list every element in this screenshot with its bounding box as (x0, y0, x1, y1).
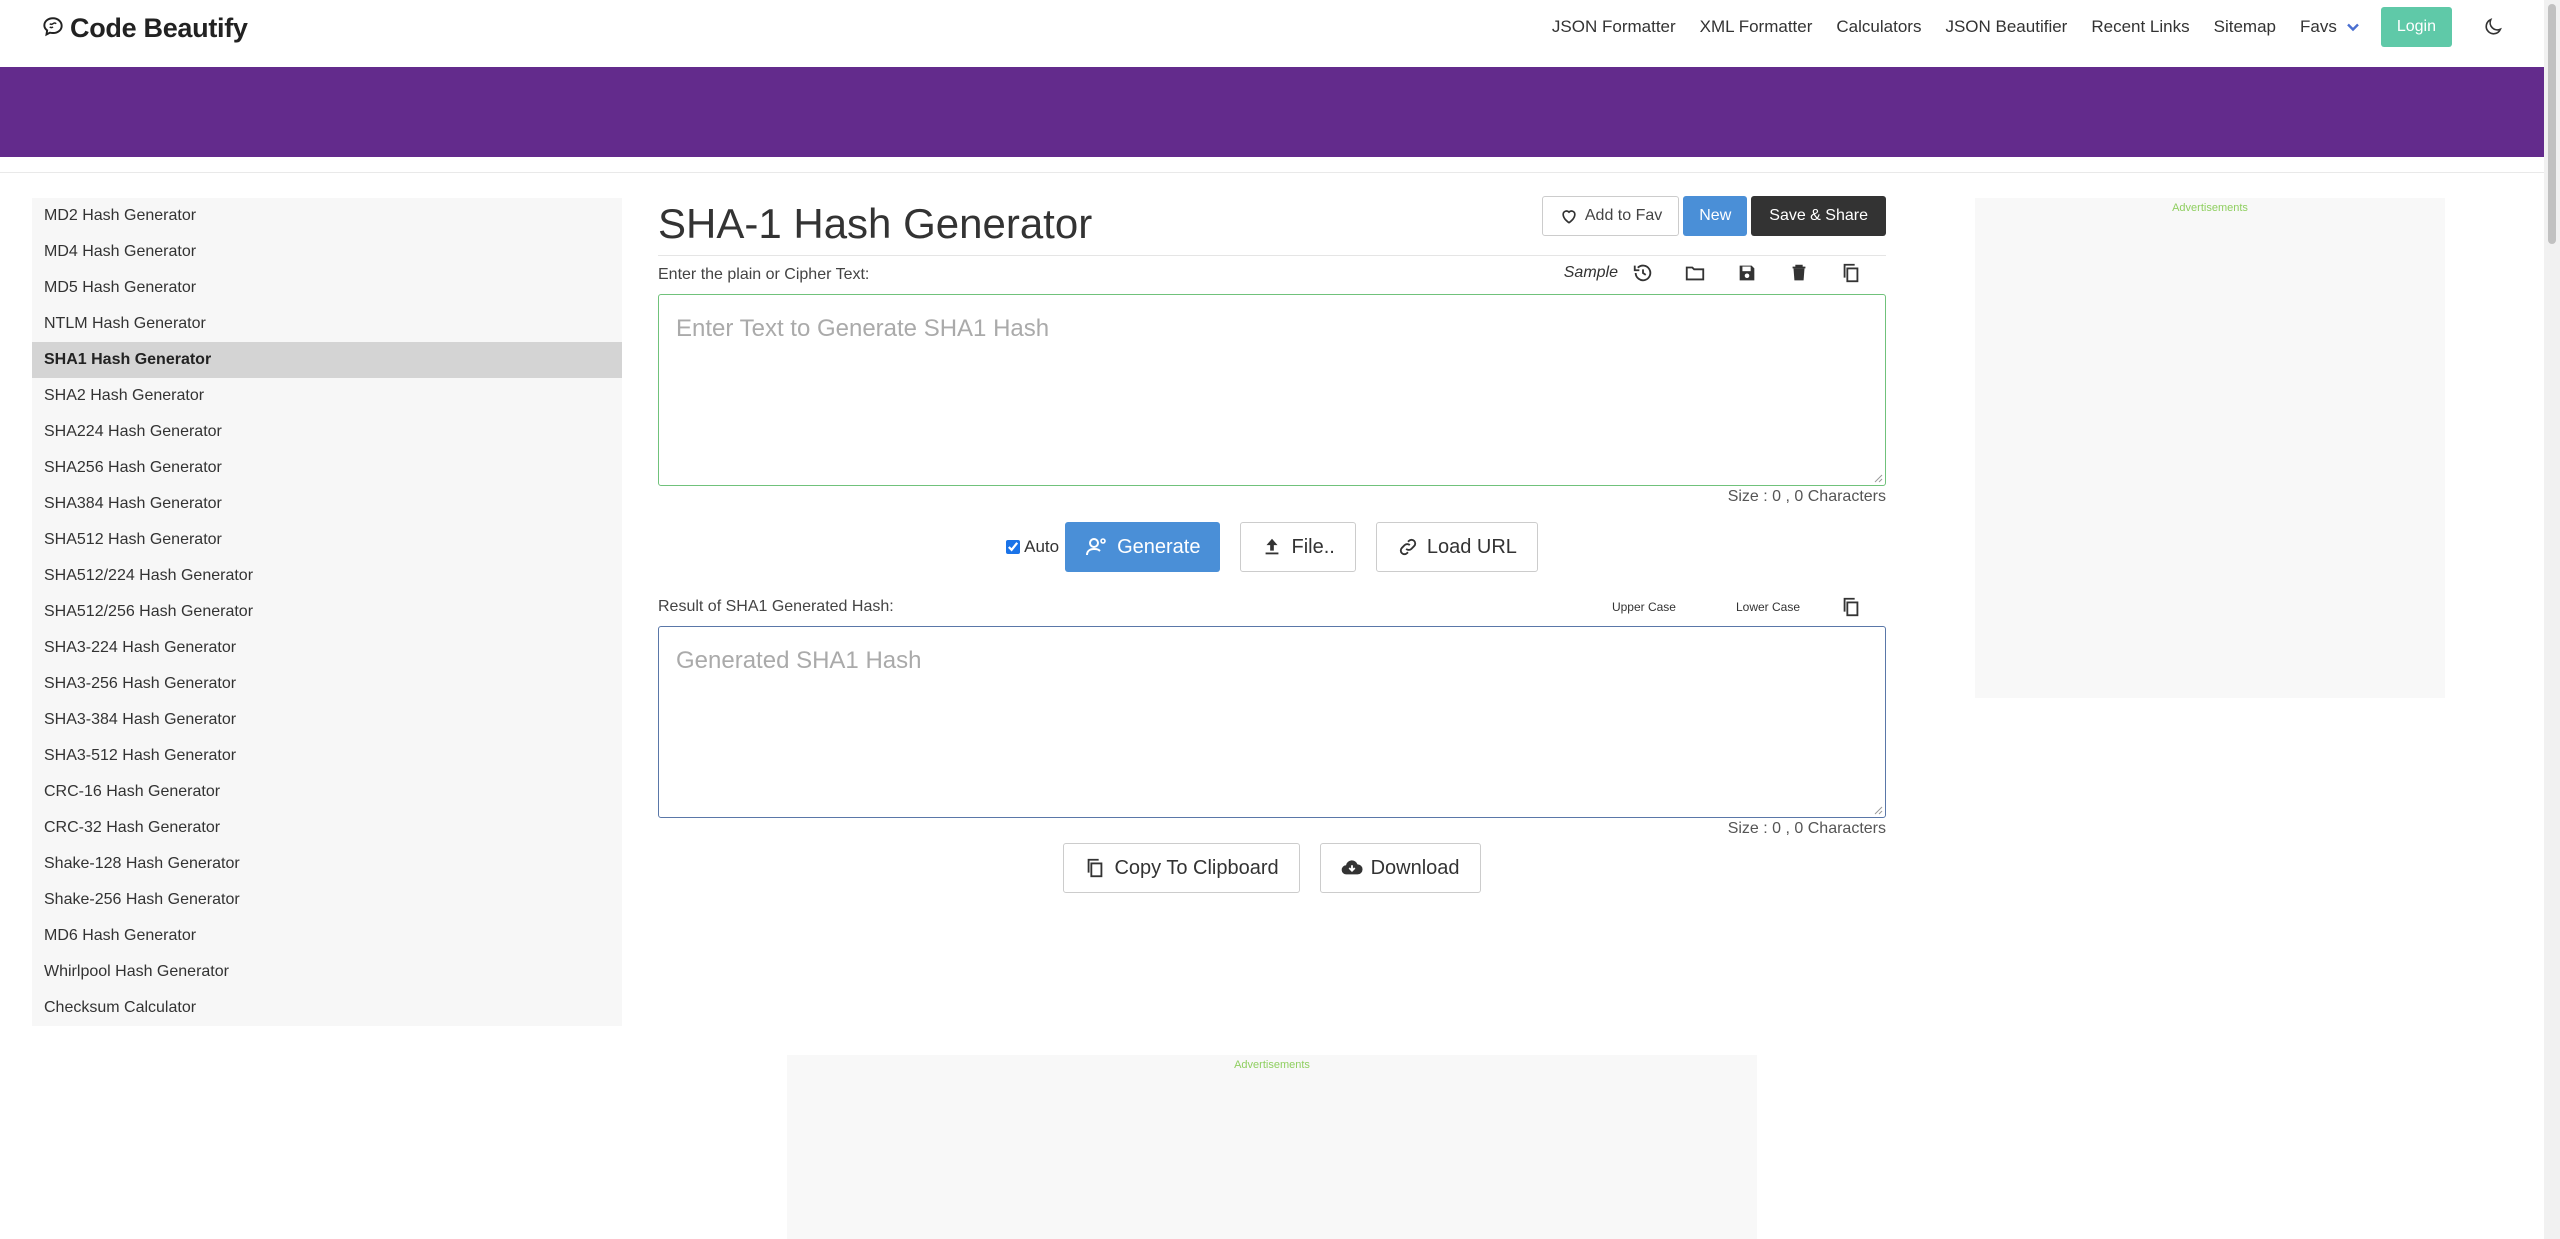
sidebar-item-md4[interactable]: MD4 Hash Generator (32, 234, 622, 270)
input-size: Size : 0 , 0 Characters (1727, 488, 1886, 505)
input-textarea[interactable]: Enter Text to Generate SHA1 Hash (658, 294, 1886, 486)
upper-case-button[interactable]: Upper Case (1612, 600, 1676, 614)
brand-logo[interactable]: Code Beautify (40, 8, 248, 48)
scrollbar-thumb[interactable] (2548, 4, 2556, 244)
cloud-download-icon (1341, 860, 1363, 875)
heart-icon (1562, 210, 1576, 224)
copy-to-clipboard-button[interactable]: Copy To Clipboard (1063, 843, 1300, 893)
chevron-down-icon (2346, 23, 2359, 32)
sidebar-item-sha512-256[interactable]: SHA512/256 Hash Generator (32, 594, 622, 630)
result-toolbar: Upper Case Lower Case (1612, 596, 1862, 618)
input-toolbar: Sample (1564, 262, 1862, 284)
folder-icon[interactable] (1684, 262, 1706, 284)
sidebar-item-md5[interactable]: MD5 Hash Generator (32, 270, 622, 306)
favs-dropdown[interactable]: Favs (2300, 17, 2361, 37)
brain-logo-icon (43, 17, 63, 37)
sidebar-item-shake256[interactable]: Shake-256 Hash Generator (32, 882, 622, 918)
add-to-fav-label: Add to Fav (1584, 207, 1663, 224)
clipboard-icon (1088, 858, 1103, 878)
auto-checkbox-wrap[interactable]: Auto (1006, 537, 1059, 557)
new-button[interactable]: New (1683, 196, 1748, 236)
upload-icon (1266, 538, 1279, 555)
sidebar-item-md2[interactable]: MD2 Hash Generator (32, 198, 622, 234)
sidebar-item-sha3-256[interactable]: SHA3-256 Hash Generator (32, 666, 622, 702)
sidebar-item-sha3-224[interactable]: SHA3-224 Hash Generator (32, 630, 622, 666)
file-button[interactable]: File.. (1240, 522, 1356, 572)
top-navbar: Code Beautify JSON Formatter XML Formatt… (0, 0, 2544, 67)
sidebar-item-sha224[interactable]: SHA224 Hash Generator (32, 414, 622, 450)
sidebar-item-crc16[interactable]: CRC-16 Hash Generator (32, 774, 622, 810)
moon-icon[interactable] (2482, 16, 2504, 38)
login-button[interactable]: Login (2380, 7, 2452, 47)
ad-label: Advertisements (1234, 1059, 1310, 1071)
add-to-fav-button[interactable]: Add to Fav (1541, 196, 1680, 236)
favs-label: Favs (2300, 17, 2337, 36)
sidebar-item-sha3-384[interactable]: SHA3-384 Hash Generator (32, 702, 622, 738)
sidebar-tool-list: MD2 Hash Generator MD4 Hash Generator MD… (32, 198, 622, 1026)
sidebar-item-ntlm[interactable]: NTLM Hash Generator (32, 306, 622, 342)
sidebar-item-shake128[interactable]: Shake-128 Hash Generator (32, 846, 622, 882)
page-scrollbar[interactable] (2544, 0, 2560, 1239)
load-url-label: Load URL (1426, 535, 1517, 558)
file-label: File.. (1291, 535, 1335, 558)
nav-xml-formatter[interactable]: XML Formatter (1700, 17, 1813, 37)
sidebar-item-md6[interactable]: MD6 Hash Generator (32, 918, 622, 954)
user-gear-icon (1086, 538, 1106, 556)
link-icon (1399, 538, 1416, 556)
sidebar-item-whirlpool[interactable]: Whirlpool Hash Generator (32, 954, 622, 990)
sample-link[interactable]: Sample (1564, 264, 1618, 282)
auto-checkbox[interactable] (1006, 540, 1021, 554)
sidebar-item-sha256[interactable]: SHA256 Hash Generator (32, 450, 622, 486)
resize-grip-icon[interactable] (1873, 473, 1883, 483)
sidebar-item-sha512-224[interactable]: SHA512/224 Hash Generator (32, 558, 622, 594)
ad-label: Advertisements (2172, 202, 2248, 214)
result-label: Result of SHA1 Generated Hash: (658, 598, 894, 615)
nav-calculators[interactable]: Calculators (1836, 17, 1921, 37)
auto-label: Auto (1024, 537, 1060, 556)
top-actions: Add to Fav New Save & Share (1541, 196, 1886, 236)
download-button[interactable]: Download (1319, 843, 1481, 893)
sidebar-item-checksum[interactable]: Checksum Calculator (32, 990, 622, 1026)
save-share-button[interactable]: Save & Share (1751, 196, 1886, 236)
copy-to-clipboard-label: Copy To Clipboard (1114, 856, 1279, 879)
generate-row: Auto Generate File.. Load URL (658, 522, 1886, 572)
brand-name: Code Beautify (70, 12, 248, 43)
load-url-button[interactable]: Load URL (1375, 522, 1538, 572)
page-title: SHA-1 Hash Generator (658, 200, 1093, 247)
sidebar-item-sha384[interactable]: SHA384 Hash Generator (32, 486, 622, 522)
result-size: Size : 0 , 0 Characters (1727, 820, 1886, 837)
sidebar-item-crc32[interactable]: CRC-32 Hash Generator (32, 810, 622, 846)
purple-banner (0, 67, 2544, 157)
nav-json-beautifier[interactable]: JSON Beautifier (1945, 17, 2067, 37)
nav-json-formatter[interactable]: JSON Formatter (1552, 17, 1676, 37)
copy-icon[interactable] (1840, 262, 1862, 284)
save-icon[interactable] (1736, 262, 1758, 284)
result-placeholder: Generated SHA1 Hash (676, 647, 922, 674)
sidebar-item-sha2[interactable]: SHA2 Hash Generator (32, 378, 622, 414)
resize-grip-icon[interactable] (1873, 805, 1883, 815)
nav-recent-links[interactable]: Recent Links (2091, 17, 2189, 37)
copy-result-icon[interactable] (1840, 596, 1862, 618)
lower-case-button[interactable]: Lower Case (1736, 600, 1800, 614)
nav-sitemap[interactable]: Sitemap (2214, 17, 2276, 37)
sidebar-item-sha1[interactable]: SHA1 Hash Generator (32, 342, 622, 378)
download-label: Download (1370, 856, 1460, 879)
nav-links: JSON Formatter XML Formatter Calculators… (1552, 0, 2544, 54)
sidebar-item-sha3-512[interactable]: SHA3-512 Hash Generator (32, 738, 622, 774)
generate-button[interactable]: Generate (1065, 522, 1221, 572)
history-icon[interactable] (1632, 262, 1654, 284)
result-textarea[interactable]: Generated SHA1 Hash (658, 626, 1886, 818)
generate-label: Generate (1117, 535, 1201, 558)
output-actions-row: Copy To Clipboard Download (658, 843, 1886, 893)
title-divider (658, 255, 1886, 256)
divider-line (0, 172, 2544, 173)
input-label: Enter the plain or Cipher Text: (658, 266, 870, 283)
trash-icon[interactable] (1788, 262, 1810, 284)
input-placeholder: Enter Text to Generate SHA1 Hash (676, 315, 1050, 342)
sidebar-item-sha512[interactable]: SHA512 Hash Generator (32, 522, 622, 558)
ad-bottom: Advertisements (787, 1055, 1757, 1239)
ad-sidebar: Advertisements (1975, 198, 2445, 698)
